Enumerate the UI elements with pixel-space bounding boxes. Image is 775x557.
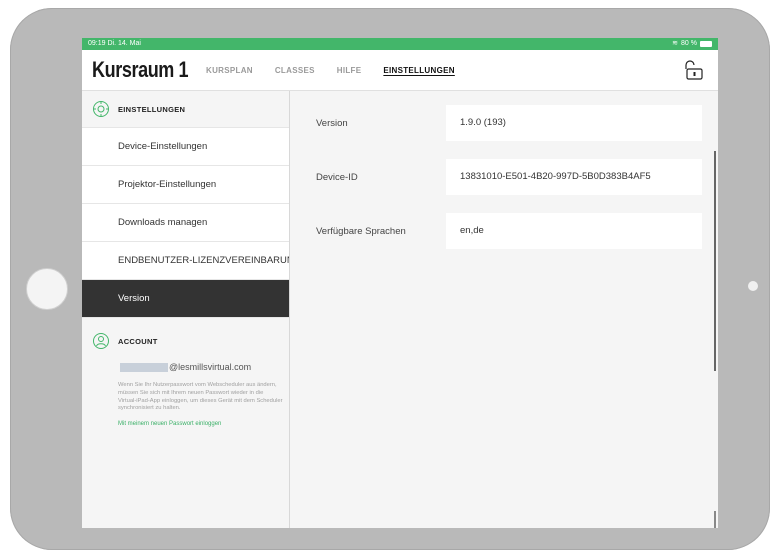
account-header: ACCOUNT: [92, 332, 279, 350]
screen: 09:19 Di. 14. Mai ≋ 80 % Kursraum 1 KURS…: [82, 38, 718, 528]
detail-row-version: Version 1.9.0 (193): [290, 105, 718, 141]
scrollbar[interactable]: [714, 151, 716, 371]
row-label: Device-ID: [316, 171, 358, 183]
sidebar-item-version[interactable]: Version: [82, 280, 289, 318]
account-section: ACCOUNT @lesmillsvirtual.com Wenn Sie Ih…: [82, 318, 289, 427]
detail-row-device-id: Device-ID 13831010-E501-4B20-997D-5B0D38…: [290, 159, 718, 195]
wifi-icon: ≋: [672, 40, 679, 47]
email-domain: @lesmillsvirtual.com: [169, 362, 252, 372]
relogin-link[interactable]: Mit meinem neuen Passwort einloggen: [118, 421, 279, 427]
main-nav: KURSPLAN CLASSES HILFE EINSTELLUNGEN: [206, 66, 455, 75]
account-title: ACCOUNT: [118, 336, 158, 346]
app-header: Kursraum 1 KURSPLAN CLASSES HILFE EINSTE…: [82, 50, 718, 91]
gear-icon: [93, 101, 109, 117]
status-indicators: ≋ 80 %: [672, 38, 712, 50]
detail-row-languages: Verfügbare Sprachen en,de: [290, 213, 718, 249]
settings-title: EINSTELLUNGEN: [118, 104, 186, 114]
settings-header: EINSTELLUNGEN: [82, 91, 289, 128]
camera-icon: [748, 281, 758, 291]
scrollbar-lower[interactable]: [714, 511, 716, 528]
battery-percent: 80 %: [681, 40, 697, 47]
home-button[interactable]: [26, 268, 68, 310]
nav-kursplan[interactable]: KURSPLAN: [206, 66, 253, 75]
user-icon: [93, 333, 109, 349]
nav-einstellungen[interactable]: EINSTELLUNGEN: [383, 66, 454, 75]
row-label: Verfügbare Sprachen: [316, 225, 406, 237]
account-email: @lesmillsvirtual.com: [120, 362, 279, 372]
app-title: Kursraum 1: [92, 57, 189, 82]
row-value: 1.9.0 (193): [446, 105, 702, 141]
sidebar-item-downloads[interactable]: Downloads managen: [82, 204, 289, 242]
row-value: en,de: [446, 213, 702, 249]
status-time: 09:19 Di. 14. Mai: [88, 40, 141, 47]
redacted-username: [120, 362, 168, 372]
nav-hilfe[interactable]: HILFE: [337, 66, 362, 75]
battery-icon: [700, 41, 712, 47]
password-note: Wenn Sie Ihr Nutzerpasswort vom Websched…: [118, 382, 283, 412]
settings-sidebar: EINSTELLUNGEN Device-Einstellungen Proje…: [82, 91, 290, 528]
row-label: Version: [316, 117, 348, 129]
status-bar: 09:19 Di. 14. Mai ≋ 80 %: [82, 38, 718, 50]
sidebar-item-projektor-einstellungen[interactable]: Projektor-Einstellungen: [82, 166, 289, 204]
unlock-icon[interactable]: [682, 60, 704, 80]
row-value: 13831010-E501-4B20-997D-5B0D383B4AF5: [446, 159, 702, 195]
sidebar-item-device-einstellungen[interactable]: Device-Einstellungen: [82, 128, 289, 166]
main-body: EINSTELLUNGEN Device-Einstellungen Proje…: [82, 91, 718, 528]
nav-classes[interactable]: CLASSES: [275, 66, 315, 75]
version-details: Version 1.9.0 (193) Device-ID 13831010-E…: [290, 91, 718, 528]
sidebar-item-lizenzvereinbarung[interactable]: ENDBENUTZER-LIZENZVEREINBARUNG: [82, 242, 289, 280]
